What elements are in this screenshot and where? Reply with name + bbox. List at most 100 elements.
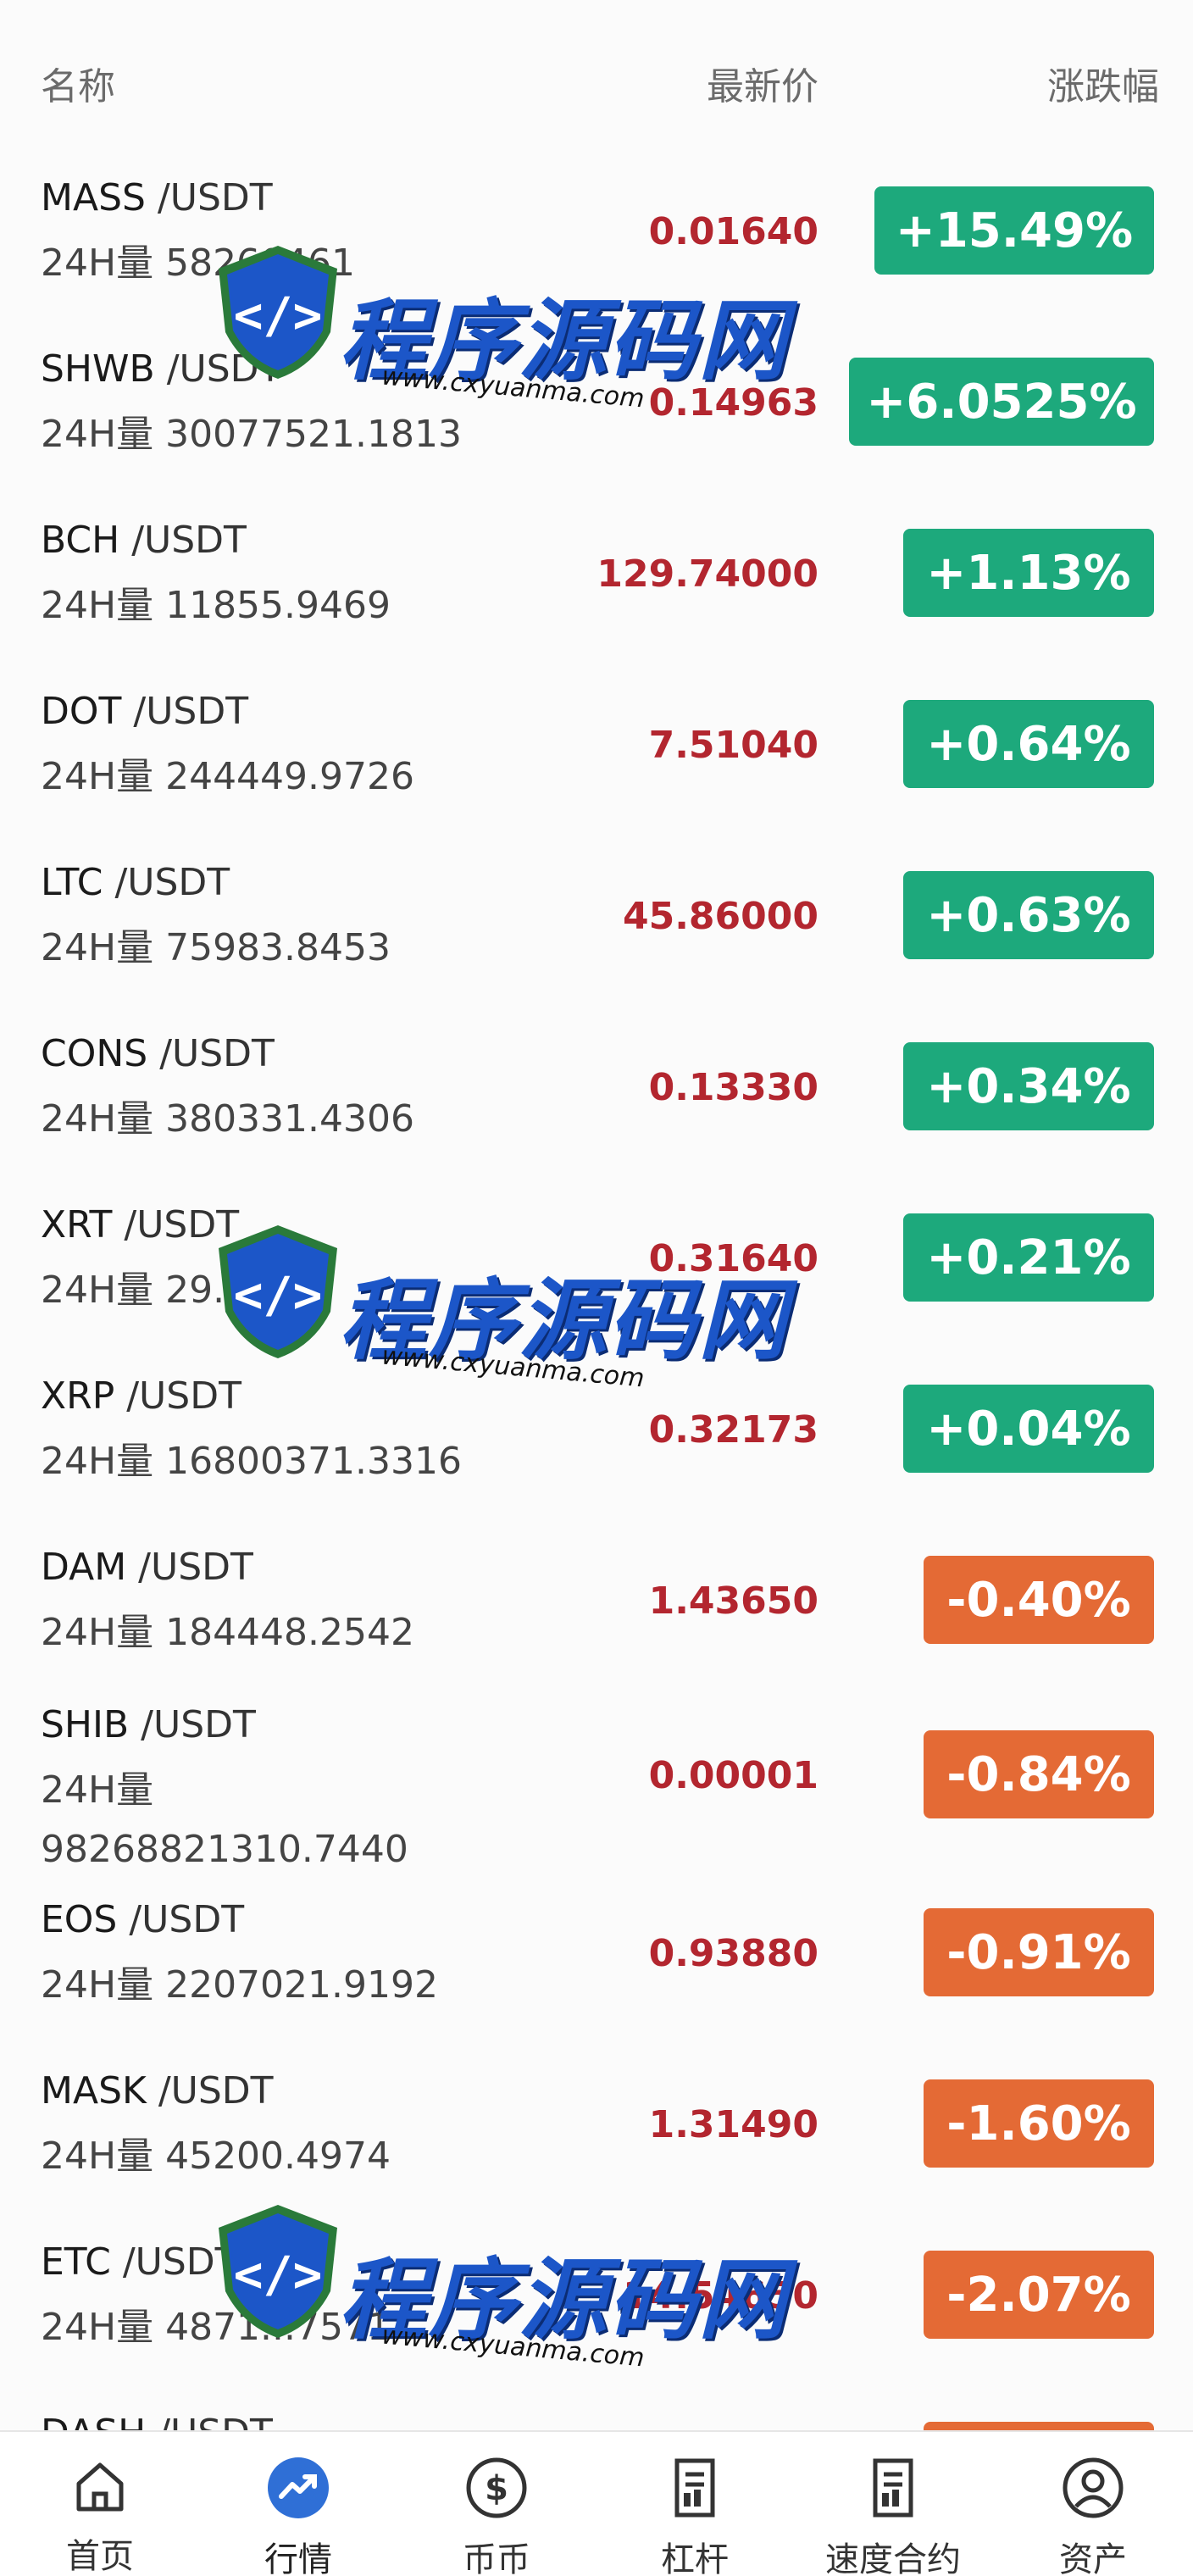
- volume-label: 24H量: [41, 2306, 154, 2349]
- latest-price: 129.74000: [596, 552, 818, 596]
- pair-base: EOS: [41, 1898, 118, 1941]
- market-row[interactable]: XRP /USDT 24H量 16800371.3316 0.32173 +0.04%: [0, 1374, 1193, 1546]
- pair-quote: /USDT: [117, 1898, 245, 1941]
- pair-quote: /USDT: [112, 1203, 240, 1246]
- market-row[interactable]: SHIB /USDT 24H量 98268821310.7440 0.00001 -0…: [0, 1703, 1193, 1874]
- change-badge[interactable]: +0.34%: [903, 1042, 1154, 1130]
- market-row[interactable]: XRT /USDT 24H量 29... 0.31640 +0.21%: [0, 1203, 1193, 1374]
- latest-price: 45.86000: [622, 895, 818, 938]
- volume-24h: 24H量 16800371.3316: [41, 1432, 481, 1491]
- latest-price: 0.01640: [648, 210, 818, 253]
- tab-label: 行情: [264, 2540, 332, 2576]
- pair-name: LTC /USDT: [41, 861, 230, 904]
- pair-quote: /USDT: [147, 1032, 275, 1075]
- pair-quote: /USDT: [103, 861, 230, 904]
- pair-name: SHWB /USDT: [41, 347, 281, 391]
- market-row[interactable]: ETC /USDT 24H量 4871...7571 14.54650 -2.07%: [0, 2240, 1193, 2412]
- pair-base: DOT: [41, 690, 122, 733]
- volume-24h: 24H量 29...: [41, 1261, 481, 1320]
- change-badge[interactable]: -0.84%: [924, 1730, 1154, 1818]
- market-row[interactable]: DAM /USDT 24H量 184448.2542 1.43650 -0.40%: [0, 1546, 1193, 1717]
- pair-name: MASK /USDT: [41, 2069, 274, 2112]
- pair-quote: /USDT: [114, 1374, 241, 1418]
- change-badge[interactable]: -1.60%: [924, 2079, 1154, 2168]
- volume-value: 30077521.1813: [165, 413, 462, 456]
- svg-text:$: $: [485, 2469, 508, 2508]
- volume-value: 4871...7571: [165, 2306, 391, 2349]
- latest-price: 0.31640: [648, 1237, 818, 1280]
- pair-name: SHIB /USDT: [41, 1703, 256, 1746]
- change-badge[interactable]: +15.49%: [874, 186, 1154, 275]
- change-badge[interactable]: -0.40%: [924, 1556, 1154, 1644]
- pair-quote: /USDT: [146, 2069, 274, 2112]
- dollar-coin-icon: $: [463, 2456, 530, 2520]
- tab-contract[interactable]: 速度合约: [808, 2432, 978, 2576]
- volume-label: 24H量: [41, 584, 154, 627]
- tab-label: 资产: [1059, 2540, 1127, 2576]
- volume-24h: 24H量 184448.2542: [41, 1603, 481, 1663]
- latest-price: 1.43650: [648, 1579, 818, 1623]
- tab-label: 首页: [66, 2537, 134, 2576]
- volume-value: 380331.4306: [165, 1097, 415, 1141]
- pair-quote: /USDT: [145, 176, 273, 219]
- market-row[interactable]: MASK /USDT 24H量 45200.4974 1.31490 -1.60%: [0, 2069, 1193, 2240]
- change-badge[interactable]: -2.07%: [924, 2251, 1154, 2339]
- volume-value: 98268821310.7440: [41, 1828, 408, 1871]
- change-badge[interactable]: +6.0525%: [849, 358, 1154, 446]
- pair-name: DASH /USDT: [41, 2412, 273, 2430]
- latest-price: 0.32173: [648, 1408, 818, 1452]
- pair-base: CONS: [41, 1032, 148, 1075]
- volume-value: 45200.4974: [165, 2135, 391, 2178]
- latest-price: 0.93880: [648, 1932, 818, 1975]
- volume-value: 58260461: [165, 242, 356, 285]
- pair-base: SHWB: [41, 347, 155, 391]
- volume-label: 24H量: [41, 755, 154, 798]
- volume-label: 24H量: [41, 926, 154, 969]
- volume-label: 24H量: [41, 1097, 154, 1141]
- user-assets-icon: [1059, 2456, 1127, 2520]
- pair-base: BCH: [41, 519, 120, 562]
- volume-value: 75983.8453: [165, 926, 391, 969]
- market-trend-icon: [264, 2456, 332, 2520]
- change-badge[interactable]: +0.04%: [903, 1385, 1154, 1473]
- change-badge[interactable]: +0.63%: [903, 871, 1154, 959]
- pair-base: XRP: [41, 1374, 115, 1418]
- market-row[interactable]: BCH /USDT 24H量 11855.9469 129.74000 +1.13%: [0, 519, 1193, 690]
- pair-name: XRT /USDT: [41, 1203, 239, 1246]
- tab-spot[interactable]: $ 币币: [412, 2432, 581, 2576]
- volume-24h: 24H量 2207021.9192: [41, 1956, 481, 2015]
- pair-name: EOS /USDT: [41, 1898, 244, 1941]
- tab-market[interactable]: 行情: [214, 2432, 383, 2576]
- tab-leverage[interactable]: 杠杆: [610, 2432, 780, 2576]
- change-badge[interactable]: -0.91%: [924, 1908, 1154, 1996]
- pair-base: LTC: [41, 861, 103, 904]
- market-row[interactable]: DASH /USDT24H量: [0, 2412, 1193, 2430]
- tab-assets[interactable]: 资产: [1008, 2432, 1178, 2576]
- pair-name: ETC /USDT: [41, 2240, 238, 2284]
- volume-label: 24H量: [41, 1963, 154, 2007]
- volume-24h: 24H量 75983.8453: [41, 919, 481, 978]
- change-badge[interactable]: +1.13%: [903, 529, 1154, 617]
- market-row[interactable]: SHWB /USDT 24H量 30077521.1813 0.14963 +6.05…: [0, 347, 1193, 519]
- volume-label: 24H量: [41, 1440, 154, 1483]
- volume-label: 24H量: [41, 413, 154, 456]
- pair-name: MASS /USDT: [41, 176, 273, 219]
- tab-home[interactable]: 首页: [15, 2432, 185, 2576]
- market-row[interactable]: DOT /USDT 24H量 244449.9726 7.51040 +0.64%: [0, 690, 1193, 861]
- volume-value: 2207021.9192: [165, 1963, 438, 2007]
- change-badge[interactable]: +0.21%: [903, 1213, 1154, 1302]
- change-badge[interactable]: +0.64%: [903, 700, 1154, 788]
- pair-quote: /USDT: [121, 690, 249, 733]
- pair-base: SHIB: [41, 1703, 130, 1746]
- pair-quote: /USDT: [129, 1703, 256, 1746]
- volume-label: 24H量: [41, 242, 154, 285]
- bottom-tab-bar: 首页 行情 $ 币币 杠杆 速度合约 资产: [0, 2430, 1193, 2576]
- pair-base: DASH: [41, 2412, 146, 2430]
- market-row[interactable]: CONS /USDT 24H量 380331.4306 0.13330 +0.34%: [0, 1032, 1193, 1203]
- market-row[interactable]: EOS /USDT 24H量 2207021.9192 0.93880 -0.91%: [0, 1898, 1193, 2069]
- latest-price: 14.54650: [622, 2274, 818, 2318]
- market-row[interactable]: MASS /USDT 24H量 58260461 0.01640 +15.49%: [0, 176, 1193, 347]
- change-badge[interactable]: [924, 2422, 1154, 2430]
- market-row[interactable]: LTC /USDT 24H量 75983.8453 45.86000 +0.63%: [0, 861, 1193, 1032]
- tab-label: 速度合约: [825, 2540, 961, 2576]
